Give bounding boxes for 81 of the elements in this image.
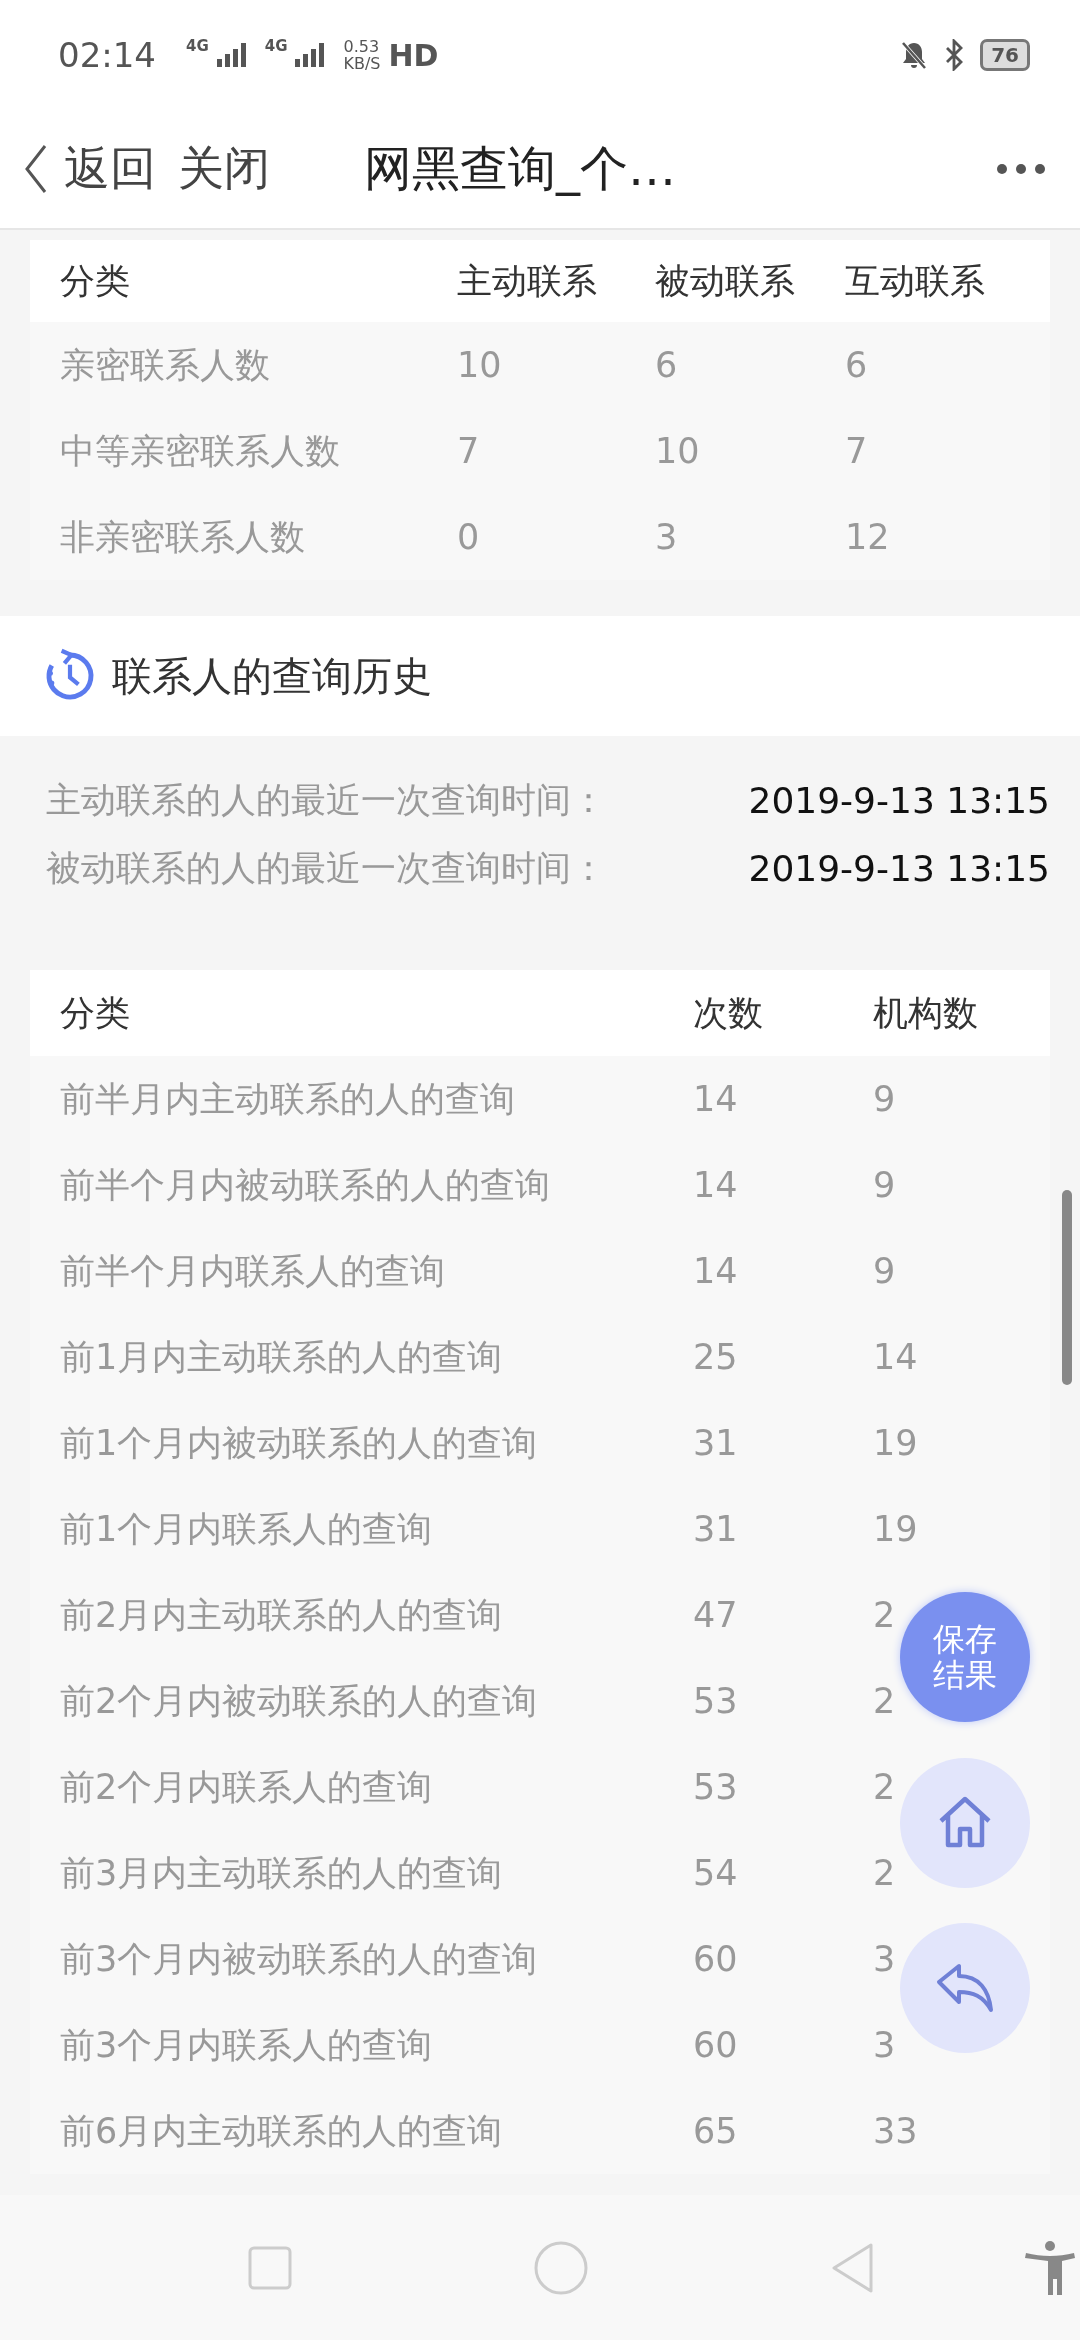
table-cell: 6 [845,345,868,385]
table-cell-text: 前3个月内联系人的查询 [59,2023,434,2067]
table-cell-text: 非亲密联系人数 [59,515,306,559]
battery-icon: 76 [980,39,1030,71]
field-value: 2019-9-13 13:15 [748,847,1050,889]
table-cell: 33 [873,2111,918,2151]
column-header: 分类 [59,991,131,1035]
speed-value: 0.53 [343,38,381,55]
table-cell-text: 前1个月内联系人的查询 [59,1507,434,1551]
table-cell-text: 前6月内主动联系的人的查询 [59,2109,504,2153]
table-cell: 3 [873,2025,896,2065]
table-cell-text: 前1月内主动联系的人的查询 [59,1335,504,1379]
table-cell-text: 31 [693,1509,739,1549]
table-cell-text: 53 [693,1767,739,1807]
table-cell-text: 3 [655,517,679,557]
table-cell-text: 前半个月内被动联系的人的查询 [59,1163,551,1207]
table-cell-text: 前半月内主动联系的人的查询 [59,1077,516,1121]
back-link[interactable]: 返回 [64,138,156,200]
clock-time: 02:14 [58,35,156,75]
more-icon[interactable] [996,163,1046,175]
table-cell-text: 10 [655,431,701,471]
close-link[interactable]: 关闭 [178,138,270,200]
table-cell-text: 54 [693,1853,739,1893]
field-label: 被动联系的人的最近一次查询时间： [46,846,606,890]
column-header: 分类 [59,259,131,303]
table-cell-text: 亲密联系人数 [59,343,271,387]
muted-bell-icon [900,40,929,70]
table-cell-text: 65 [693,2111,739,2151]
table-cell-text: 前1个月内被动联系的人的查询 [59,1421,539,1465]
speed-unit: KB/S [343,55,381,72]
table-cell-text: 31 [693,1423,739,1463]
hd-label: HD [388,37,439,73]
table-cell-text: 10 [457,345,503,385]
table-cell: 2 [873,1681,896,1721]
table-cell-text: 53 [693,1681,739,1721]
table-cell-text: 前3个月内被动联系的人的查询 [59,1937,539,1981]
table-cell: 2 [873,1853,896,1893]
table-cell: 2 [873,1595,896,1635]
column-header: 机构数 [873,991,978,1035]
table-cell: 3 [873,1939,896,1979]
table-cell-text: 7 [457,431,481,471]
accessibility-icon[interactable] [1025,2240,1075,2295]
table-cell: 14 [873,1337,918,1377]
back-chevron-icon[interactable] [24,144,48,194]
table-cell-text: 25 [693,1337,739,1377]
page-title: 网黑查询_个… [364,139,676,198]
table-cell-text: 60 [693,1939,739,1979]
table-cell: 7 [845,431,868,471]
table-cell-text: 前2个月内被动联系的人的查询 [59,1679,539,1723]
table-cell-text: 47 [693,1595,739,1635]
column-header: 次数 [693,991,764,1035]
table-cell-text: 14 [693,1251,739,1291]
table-cell-text: 6 [655,345,679,385]
table-cell-text: 14 [693,1165,739,1205]
table-cell: 2 [873,1767,896,1807]
table-cell-text: 前3月内主动联系的人的查询 [59,1851,504,1895]
network-type: 4G [186,37,209,55]
section-title: 联系人的查询历史 [112,651,432,701]
table-cell: 9 [873,1251,896,1291]
signal-icon [295,43,326,67]
column-header: 被动联系 [655,259,796,303]
table-cell: 19 [873,1423,918,1463]
signal-icon [216,43,247,67]
table-cell: 9 [873,1079,896,1119]
table-cell: 12 [845,517,890,557]
column-header: 互动联系 [845,259,985,303]
bluetooth-icon [944,39,965,71]
table-cell-text: 前2个月内联系人的查询 [59,1765,434,1809]
table-cell-text: 中等亲密联系人数 [59,429,341,473]
table-cell-text: 0 [457,517,481,557]
table-cell-text: 14 [693,1079,739,1119]
table-cell: 9 [873,1165,896,1205]
table-cell-text: 前半个月内联系人的查询 [59,1249,446,1293]
field-label: 主动联系的人的最近一次查询时间： [46,778,606,822]
table-cell-text: 60 [693,2025,739,2065]
network-type: 4G [264,37,288,55]
table-cell-text: 前2月内主动联系的人的查询 [59,1593,504,1637]
field-value: 2019-9-13 13:15 [748,779,1050,821]
scrollbar-thumb[interactable] [1062,1190,1072,1385]
column-header: 主动联系 [457,259,598,303]
table-cell: 19 [873,1509,918,1549]
